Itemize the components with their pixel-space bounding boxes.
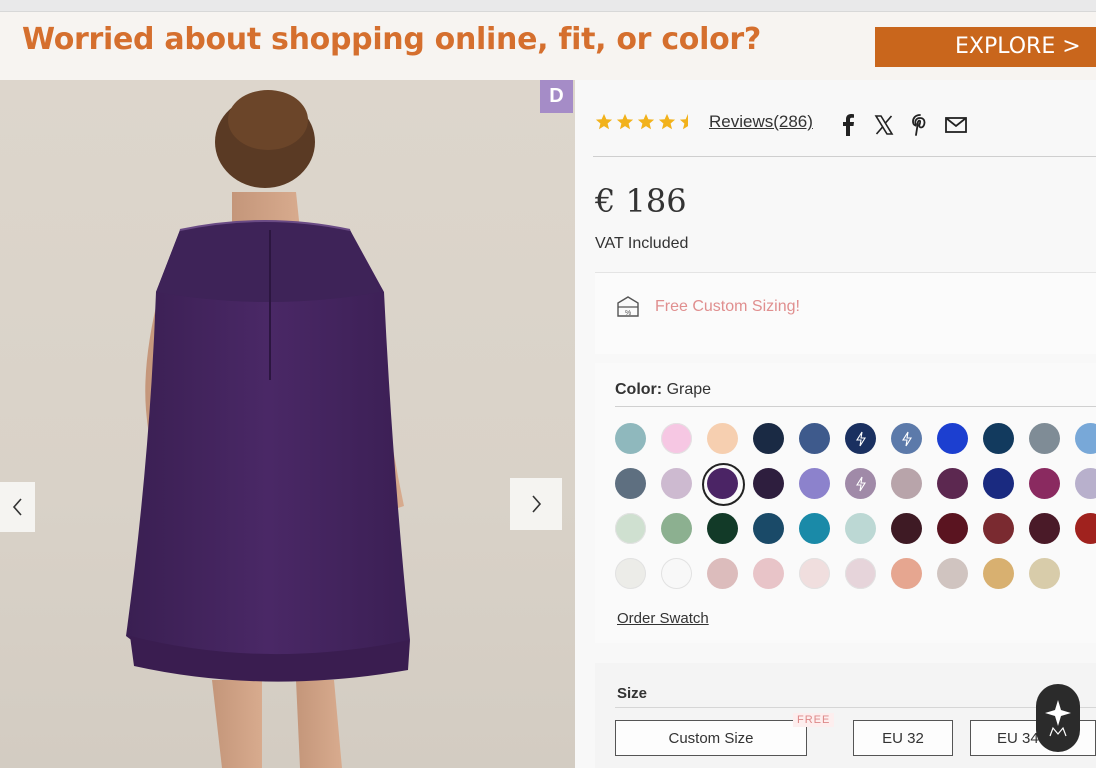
color-swatch[interactable] <box>661 558 692 589</box>
tag-icon: % <box>617 296 639 317</box>
color-swatch[interactable] <box>661 423 692 454</box>
selected-color-name: Grape <box>666 381 712 398</box>
color-swatch[interactable] <box>661 468 692 499</box>
color-swatch[interactable] <box>799 558 830 589</box>
color-swatch[interactable] <box>753 513 784 544</box>
rating-stars <box>595 113 697 131</box>
free-tag: FREE <box>793 713 835 727</box>
color-swatch[interactable] <box>983 513 1014 544</box>
color-swatch[interactable] <box>1075 513 1096 544</box>
explore-button[interactable]: EXPLORE > <box>875 27 1096 67</box>
color-swatch[interactable] <box>615 558 646 589</box>
dress-photo-illustration <box>126 90 410 768</box>
size-option-eu-32[interactable]: EU 32 <box>853 720 953 756</box>
color-swatch[interactable] <box>799 423 830 454</box>
divider <box>615 707 1096 708</box>
custom-sizing-text: Free Custom Sizing! <box>655 298 800 315</box>
color-swatch[interactable] <box>891 423 922 454</box>
star-icon <box>595 113 613 130</box>
divider <box>593 156 1096 157</box>
color-swatch-selected[interactable] <box>702 463 745 506</box>
color-swatch[interactable] <box>707 558 738 589</box>
chevron-left-icon <box>12 498 22 516</box>
color-swatch[interactable] <box>753 423 784 454</box>
color-swatch[interactable] <box>891 468 922 499</box>
star-icon <box>616 113 634 130</box>
product-image <box>0 80 575 768</box>
color-swatch[interactable] <box>615 468 646 499</box>
color-swatch[interactable] <box>1029 558 1060 589</box>
promo-banner: Worried about shopping online, fit, or c… <box>0 12 1096 80</box>
size-selector: Size Custom Size FREE EU 32 EU 34 <box>595 663 1096 768</box>
color-swatch[interactable] <box>1075 423 1096 454</box>
color-swatch[interactable] <box>707 513 738 544</box>
color-swatch[interactable] <box>937 468 968 499</box>
color-swatch[interactable] <box>799 468 830 499</box>
color-swatch[interactable] <box>615 423 646 454</box>
browser-top-strip <box>0 0 1096 12</box>
color-swatch[interactable] <box>983 558 1014 589</box>
price: € 186 <box>595 182 687 220</box>
product-details-panel: Reviews(286) € 186 VAT Included % Free C… <box>575 80 1096 768</box>
star-icon <box>658 113 676 130</box>
color-swatch[interactable] <box>1075 468 1096 499</box>
custom-sizing-banner[interactable]: % Free Custom Sizing! <box>595 272 1096 354</box>
color-swatch[interactable] <box>707 423 738 454</box>
size-label: Size <box>617 685 648 702</box>
color-swatch[interactable] <box>1029 513 1060 544</box>
x-icon[interactable] <box>873 114 895 136</box>
svg-text:%: % <box>625 310 631 317</box>
floating-assistant-button[interactable] <box>1036 684 1080 752</box>
banner-headline: Worried about shopping online, fit, or c… <box>22 22 762 57</box>
reviews-link[interactable]: Reviews(286) <box>709 112 813 132</box>
color-swatch[interactable] <box>891 513 922 544</box>
bolt-icon <box>901 431 913 447</box>
vat-note: VAT Included <box>595 235 689 252</box>
rating-row: Reviews(286) <box>595 112 813 132</box>
bolt-icon <box>855 476 867 492</box>
color-swatch[interactable] <box>891 558 922 589</box>
image-badge: D <box>540 80 573 113</box>
color-swatch[interactable] <box>1029 423 1060 454</box>
bolt-icon <box>855 431 867 447</box>
color-swatch[interactable] <box>983 423 1014 454</box>
color-swatch[interactable] <box>845 513 876 544</box>
color-swatch[interactable] <box>799 513 830 544</box>
color-swatch[interactable] <box>753 558 784 589</box>
color-swatch[interactable] <box>937 558 968 589</box>
star-icon <box>637 113 655 130</box>
color-selector: Color: Grape Order Swatch <box>595 363 1096 643</box>
color-swatch[interactable] <box>845 423 876 454</box>
divider <box>615 406 1096 407</box>
pinterest-icon[interactable] <box>909 114 931 136</box>
color-swatch[interactable] <box>845 558 876 589</box>
sparkle-logo-icon <box>1045 700 1071 737</box>
facebook-icon[interactable] <box>837 114 859 136</box>
size-option-custom[interactable]: Custom Size <box>615 720 807 756</box>
color-swatch[interactable] <box>753 468 784 499</box>
color-swatch[interactable] <box>937 423 968 454</box>
next-image-button[interactable] <box>510 478 562 530</box>
share-icons <box>837 114 967 136</box>
color-swatch[interactable] <box>937 513 968 544</box>
color-swatch[interactable] <box>1029 468 1060 499</box>
order-swatch-link[interactable]: Order Swatch <box>617 610 709 627</box>
email-icon[interactable] <box>945 114 967 136</box>
previous-image-button[interactable] <box>0 482 35 532</box>
color-swatch[interactable] <box>845 468 876 499</box>
color-swatch[interactable] <box>615 513 646 544</box>
chevron-right-icon <box>532 495 542 513</box>
color-swatch[interactable] <box>983 468 1014 499</box>
half-star-icon <box>679 113 688 130</box>
color-swatch[interactable] <box>661 513 692 544</box>
color-label: Color: Grape <box>615 381 712 398</box>
